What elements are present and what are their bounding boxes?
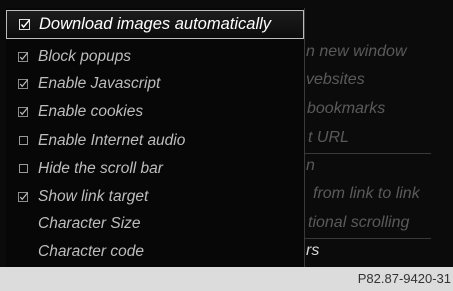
option-enable-cookies[interactable]: Enable cookies: [6, 98, 304, 125]
option-show-link-target[interactable]: Show link target: [6, 183, 304, 210]
option-label: Enable Javascript: [38, 75, 161, 92]
option-label: Hide the scroll bar: [38, 160, 163, 177]
option-label: Character code: [38, 243, 144, 260]
option-label: Enable cookies: [38, 103, 144, 120]
option-enable-internet-audio[interactable]: Enable Internet audio: [6, 127, 304, 154]
option-enable-javascript[interactable]: Enable Javascript: [6, 70, 304, 97]
checked-checkbox-icon: [8, 106, 38, 117]
bg-menu-item[interactable]: vebsites: [306, 66, 453, 94]
bg-menu-item[interactable]: tional scrolling: [308, 209, 453, 237]
option-block-popups[interactable]: Block popups: [6, 43, 304, 70]
checked-checkbox-icon: [8, 191, 38, 202]
bg-menu-item[interactable]: bookmarks: [307, 95, 453, 123]
option-character-size[interactable]: Character Size: [6, 210, 304, 237]
checked-checkbox-icon: [8, 51, 38, 62]
bg-menu-item[interactable]: rs: [306, 237, 453, 265]
option-label: Character Size: [38, 215, 141, 232]
unchecked-checkbox-icon: [8, 164, 38, 173]
bg-menu-item[interactable]: from link to link: [313, 180, 453, 208]
option-label: Show link target: [38, 188, 149, 205]
options-popup: Download images automatically Block popu…: [6, 8, 305, 267]
option-label: Block popups: [38, 48, 132, 65]
head-unit-screen: n new window vebsites bookmarks t URL n …: [0, 0, 453, 267]
bg-menu-item[interactable]: t URL: [308, 124, 453, 152]
image-reference-code: P82.87-9420-31: [357, 271, 451, 286]
option-hide-scroll-bar[interactable]: Hide the scroll bar: [6, 155, 304, 182]
caption-bar: P82.87-9420-31: [0, 267, 453, 291]
unchecked-checkbox-icon: [8, 136, 38, 145]
checked-checkbox-icon: [9, 19, 39, 30]
option-character-code[interactable]: Character code: [6, 238, 304, 265]
option-label: Download images automatically: [39, 15, 272, 33]
bg-menu-item[interactable]: n: [306, 152, 453, 180]
checked-checkbox-icon: [8, 78, 38, 89]
bg-menu-item[interactable]: n new window: [306, 38, 453, 66]
option-label: Enable Internet audio: [38, 132, 186, 149]
option-download-images[interactable]: Download images automatically: [6, 10, 304, 39]
